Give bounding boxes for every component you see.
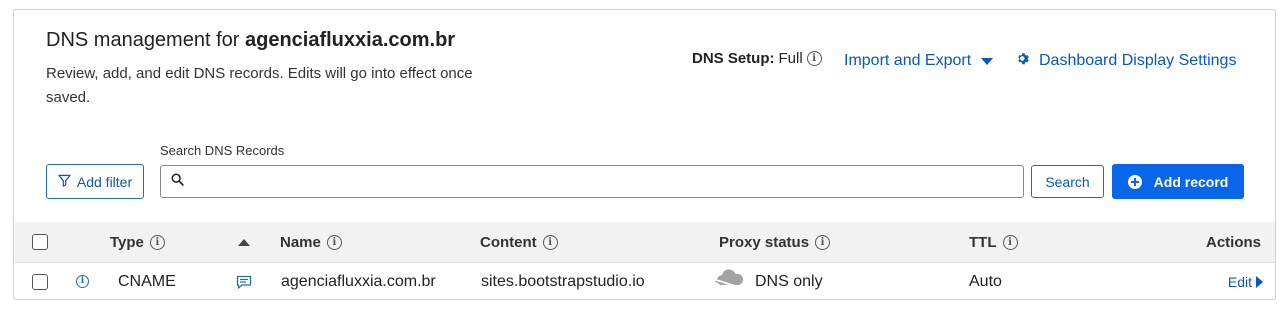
column-proxy-status-label: Proxy status [719,233,810,251]
record-name: agenciafluxxia.com.br [281,272,436,290]
caret-down-icon [981,57,994,65]
column-content-label: Content [480,233,537,251]
info-icon[interactable]: i [815,234,831,250]
domain-name: agenciafluxxia.com.br [244,29,456,51]
search-input[interactable] [190,166,1023,197]
column-name[interactable]: Name i [280,222,342,262]
info-icon[interactable]: i [806,51,822,66]
add-filter-label: Add filter [76,173,133,190]
record-info-toggle[interactable]: i [76,263,89,300]
info-icon[interactable]: i [149,234,165,250]
proxy-status-label: DNS only [755,272,823,290]
table-header: Type i Name i Content i Proxy status i T… [15,222,1275,263]
edit-label: Edit [1227,273,1252,290]
info-icon[interactable]: i [326,234,342,250]
add-filter-button[interactable]: Add filter [46,164,144,199]
dashboard-settings-label: Dashboard Display Settings [1039,52,1237,69]
select-all-checkbox[interactable] [32,234,48,250]
gear-icon [1017,52,1030,70]
import-export-dropdown[interactable]: Import and Export [844,52,994,70]
plus-circle-icon [1127,174,1142,189]
info-icon[interactable]: i [542,234,558,250]
column-type[interactable]: Type i [110,222,165,262]
info-icon[interactable]: i [1002,234,1018,250]
column-type-label: Type [110,233,144,251]
add-record-button[interactable]: Add record [1112,164,1244,199]
column-actions: Actions [1206,222,1261,262]
page-title: DNS management for agenciafluxxia.com.br [46,29,455,52]
filter-icon [58,174,71,190]
edit-record-button[interactable]: Edit [1228,263,1263,300]
search-label: Search DNS Records [160,143,285,158]
column-ttl[interactable]: TTL i [969,222,1018,262]
dns-management-card: DNS management for agenciafluxxia.com.br… [13,9,1276,300]
dns-only-cloud-icon [713,269,747,294]
dashboard-display-settings-link[interactable]: Dashboard Display Settings [1017,52,1236,70]
dns-setup-value: Full [778,50,803,67]
import-export-label: Import and Export [844,52,972,69]
sort-up-icon [238,238,250,246]
search-button[interactable]: Search [1031,165,1104,198]
dns-setup-label: DNS Setup: [692,50,775,67]
comment-icon[interactable] [236,263,252,300]
caret-right-icon [1256,275,1263,288]
column-name-label: Name [280,233,321,251]
record-proxy-status: DNS only [713,263,823,300]
record-content: sites.bootstrapstudio.io [481,272,645,290]
column-proxy-status[interactable]: Proxy status i [719,222,831,262]
search-icon [171,173,184,191]
column-actions-label: Actions [1205,233,1261,251]
add-record-label: Add record [1153,173,1229,190]
dns-setup: DNS Setup: Full i [692,50,822,67]
row-checkbox[interactable] [32,274,48,290]
record-type: CNAME [118,272,176,290]
column-ttl-label: TTL [969,233,997,251]
search-field[interactable] [160,165,1024,198]
table-row: i CNAME agenciafluxxia.com.br sites.boot… [15,263,1275,300]
info-icon[interactable]: i [76,275,89,288]
page-subtitle: Review, add, and edit DNS records. Edits… [46,65,473,106]
sort-toggle[interactable] [238,222,250,262]
title-prefix: DNS management for [46,29,245,51]
record-ttl: Auto [969,272,1002,290]
column-content[interactable]: Content i [480,222,558,262]
